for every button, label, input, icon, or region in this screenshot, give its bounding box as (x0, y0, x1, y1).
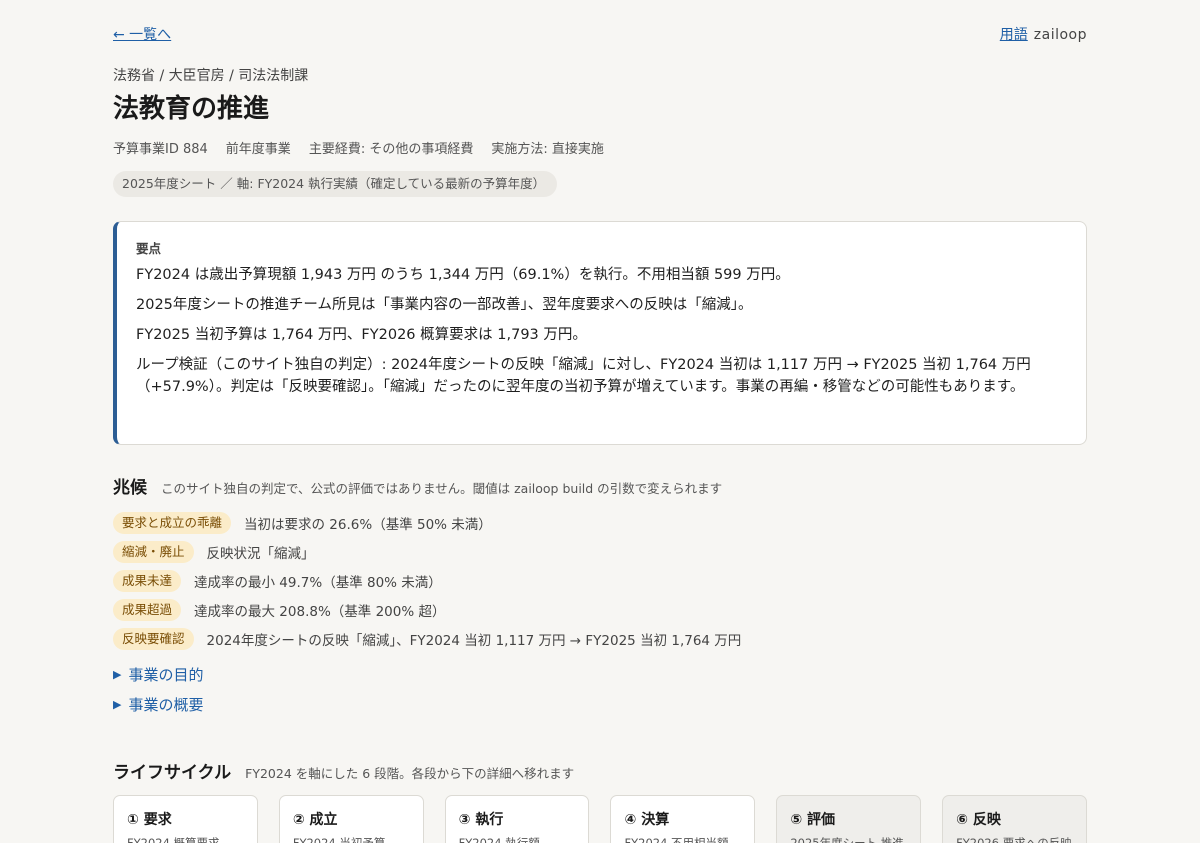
meta-method: 実施方法: 直接実施 (491, 142, 604, 157)
sign-text: 反映状況「縮減」 (206, 545, 315, 562)
stage-sub: FY2024 概算要求 (127, 836, 220, 843)
stage-execute[interactable]: ③ 執行 FY2024 執行額 (444, 795, 590, 843)
sign-text: 当初は要求の 26.6%（基準 50% 未満） (244, 516, 492, 533)
summary-line: FY2025 当初予算は 1,764 万円、FY2026 概算要求は 1,793… (136, 327, 587, 343)
lifecycle-header: ライフサイクル FY2024 を軸にした 6 段階。各段から下の詳細へ移れます (113, 758, 574, 783)
sign-row: 反映要確認 2024年度シートの反映「縮減」、FY2024 当初 1,117 万… (113, 627, 741, 650)
summary-box: 要点 FY2024 は歳出予算現額 1,943 万円 のうち 1,344 万円（… (113, 221, 1087, 445)
sign-row: 要求と成立の乖離 当初は要求の 26.6%（基準 50% 未満） (113, 511, 741, 534)
stage-title: ① 要求 (127, 812, 172, 828)
meta-expense-type: 主要経費: その他の事項経費 (308, 142, 474, 157)
stage-reflect[interactable]: ⑥ 反映 FY2026 要求への反映 (942, 795, 1087, 843)
lifecycle-heading: ライフサイクル (113, 763, 232, 783)
lifecycle-note: FY2024 を軸にした 6 段階。各段から下の詳細へ移れます (245, 766, 575, 781)
purpose-toggle-label: 事業の目的 (128, 666, 204, 684)
summary-line: FY2024 は歳出予算現額 1,943 万円 のうち 1,344 万円（69.… (136, 267, 790, 283)
signs-header: 兆候 このサイト独自の判定で、公式の評価ではありません。閾値は zailoop … (113, 473, 722, 498)
sign-badge: 要求と成立の乖離 (113, 511, 232, 534)
meta-project-id: 予算事業ID 884 (113, 142, 208, 157)
stage-evaluate[interactable]: ⑤ 評価 2025年度シート 推進 (776, 795, 922, 843)
summary-line: ループ検証（このサイト独自の判定）: 2024年度シートの反映「縮減」に対し、F… (136, 357, 1031, 395)
stage-enact[interactable]: ② 成立 FY2024 当初予算 (278, 795, 424, 843)
overview-toggle[interactable]: ▶ 事業の概要 (113, 694, 203, 715)
sign-text: 達成率の最小 49.7%（基準 80% 未満） (194, 574, 442, 591)
stage-sub: 2025年度シート 推進 (790, 836, 904, 843)
stage-sub: FY2024 当初予算 (292, 836, 386, 843)
sign-text: 達成率の最大 208.8%（基準 200% 超） (194, 603, 446, 620)
sign-row: 成果超過 達成率の最大 208.8%（基準 200% 超） (113, 598, 741, 621)
top-right: 用語 zailoop (1000, 24, 1087, 44)
stage-sub: FY2024 執行額 (458, 836, 540, 843)
stage-title: ③ 執行 (458, 812, 504, 828)
page-title: 法教育の推進 (113, 94, 270, 124)
signs-list: 要求と成立の乖離 当初は要求の 26.6%（基準 50% 未満） 縮減・廃止 反… (113, 511, 741, 656)
stage-title: ④ 決算 (624, 812, 670, 828)
lifecycle-stages: ① 要求 FY2024 概算要求 ② 成立 FY2024 当初予算 ③ 執行 F… (113, 795, 1087, 843)
stage-sub: FY2024 不用相当額 (624, 836, 729, 843)
stage-title: ⑤ 評価 (790, 812, 836, 828)
sign-badge: 成果超過 (113, 598, 182, 621)
page: ← 一覧へ 用語 zailoop 法務省 / 大臣官房 / 司法法制課 法教育の推… (0, 0, 1200, 843)
project-meta: 予算事業ID 884 前年度事業 主要経費: その他の事項経費 実施方法: 直接… (113, 138, 604, 157)
overview-toggle-label: 事業の概要 (128, 696, 204, 714)
stage-request[interactable]: ① 要求 FY2024 概算要求 (113, 795, 258, 843)
triangle-right-icon: ▶ (113, 698, 122, 711)
glossary-link[interactable]: 用語 (1000, 27, 1028, 43)
sign-badge: 成果未達 (113, 569, 182, 592)
stage-sub: FY2026 要求への反映 (956, 836, 1072, 843)
signs-heading: 兆候 (113, 478, 147, 498)
stage-title: ⑥ 反映 (956, 812, 1001, 828)
purpose-toggle[interactable]: ▶ 事業の目的 (113, 664, 203, 685)
triangle-right-icon: ▶ (113, 668, 122, 681)
summary-label: 要点 (136, 241, 162, 256)
back-to-list-link[interactable]: ← 一覧へ (113, 24, 171, 44)
brand-name: zailoop (1033, 27, 1087, 43)
stage-title: ② 成立 (292, 812, 338, 828)
meta-previous-year: 前年度事業 (225, 142, 291, 157)
sign-badge: 縮減・廃止 (113, 540, 194, 563)
signs-note: このサイト独自の判定で、公式の評価ではありません。閾値は zailoop bui… (161, 481, 723, 496)
sign-row: 縮減・廃止 反映状況「縮減」 (113, 540, 741, 563)
sign-text: 2024年度シートの反映「縮減」、FY2024 当初 1,117 万円 → FY… (206, 632, 742, 649)
breadcrumb: 法務省 / 大臣官房 / 司法法制課 (113, 68, 309, 84)
sign-badge: 反映要確認 (113, 627, 194, 650)
top-bar: ← 一覧へ 用語 zailoop (113, 24, 1087, 44)
stage-settle[interactable]: ④ 決算 FY2024 不用相当額 (610, 795, 756, 843)
axis-pill: 2025年度シート ／ 軸: FY2024 執行実績（確定している最新の予算年度… (113, 171, 558, 197)
sign-row: 成果未達 達成率の最小 49.7%（基準 80% 未満） (113, 569, 741, 592)
summary-line: 2025年度シートの推進チーム所見は「事業内容の一部改善」、翌年度要求への反映は… (136, 297, 753, 313)
